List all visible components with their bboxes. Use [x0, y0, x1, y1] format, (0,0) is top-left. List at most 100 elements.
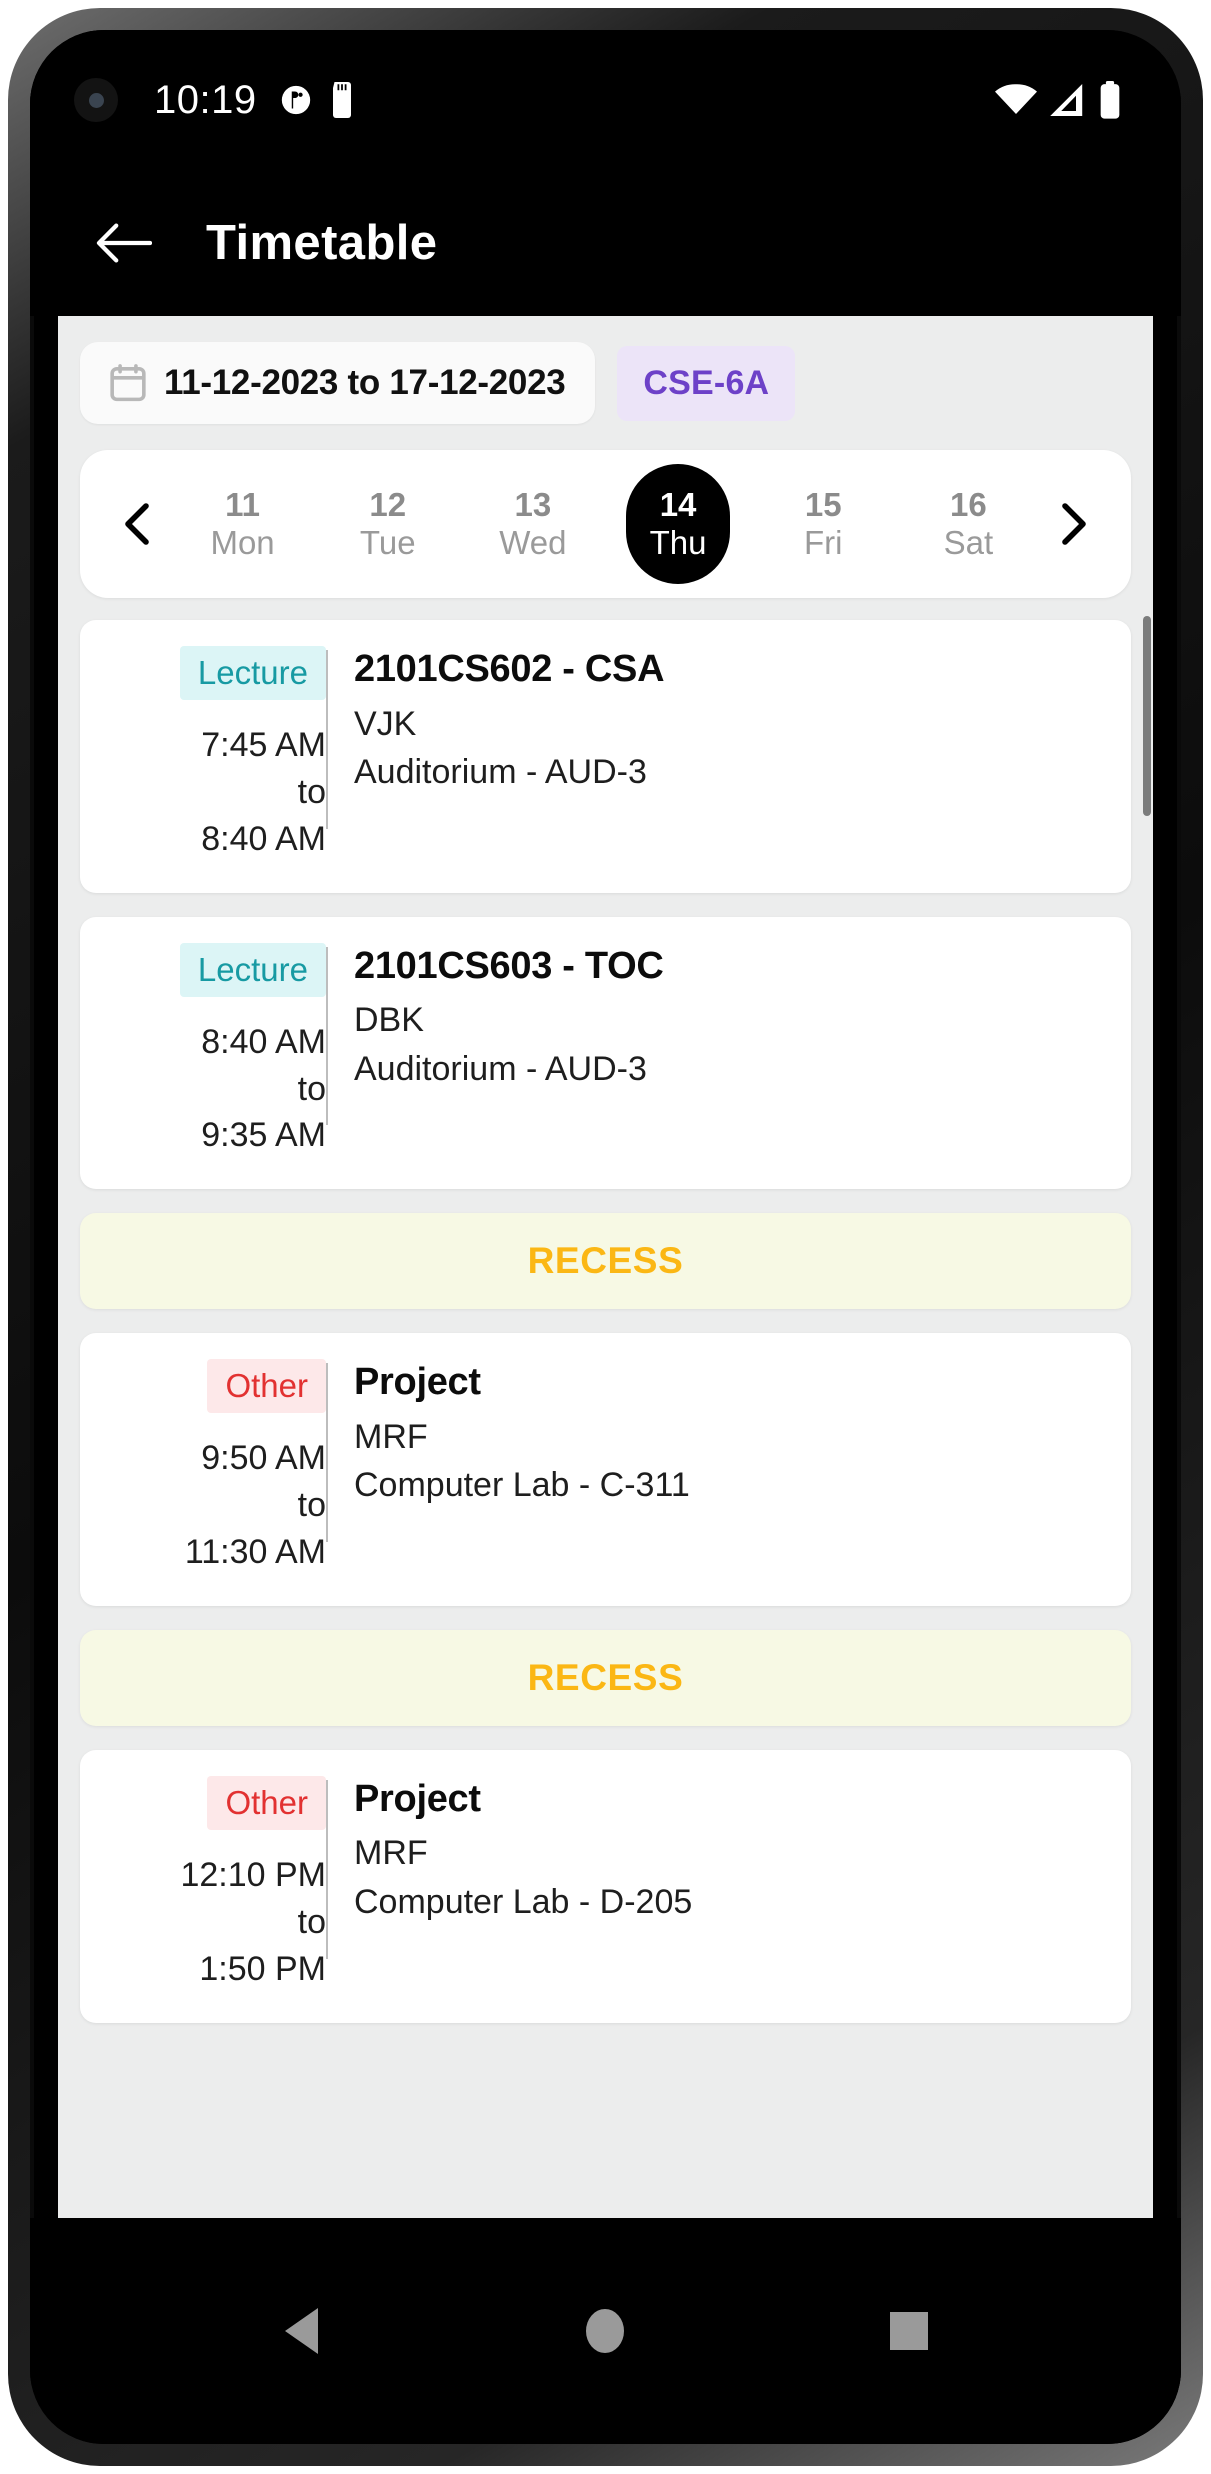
day-number: 11: [225, 485, 261, 523]
recess-row: RECESS: [80, 1629, 1131, 1726]
session-start-time: 8:40 AM: [201, 1022, 326, 1061]
status-time: 10:19: [154, 77, 257, 122]
session-time-separator: to: [297, 1486, 326, 1525]
date-range-label: 11-12-2023 to 17-12-2023: [164, 363, 566, 402]
session-subject: 2101CS602 - CSA: [354, 648, 665, 690]
session-room: Auditorium - AUD-3: [354, 753, 647, 791]
phone-frame: 10:19 Timetable 11-12-2023 to 17-12-2023…: [8, 8, 1203, 2466]
day-weekday: Mon: [210, 524, 275, 561]
day-item-thu[interactable]: 14 Thu: [626, 464, 731, 584]
session-subject: Project: [354, 1361, 481, 1404]
page-title: Timetable: [206, 216, 438, 270]
session-time-column: Lecture 8:40 AM to 9:35 AM: [108, 942, 326, 1160]
phone-screen: 10:19 Timetable 11-12-2023 to 17-12-2023…: [30, 30, 1181, 2444]
recess-label: RECESS: [527, 1656, 684, 1698]
session-time-separator: to: [297, 1069, 326, 1108]
arrow-left-icon: [96, 223, 152, 263]
day-item-fri[interactable]: 15 Fri: [771, 464, 875, 584]
app-notification-icon: [281, 85, 310, 115]
camera-punch-hole-icon: [74, 78, 118, 122]
square-recents-icon: [890, 2312, 929, 2350]
scrollbar-thumb[interactable]: [1143, 616, 1151, 816]
status-left-icons: [279, 82, 357, 118]
session-end-time: 8:40 AM: [201, 819, 326, 858]
day-item-sat[interactable]: 16 Sat: [916, 464, 1020, 584]
day-selector: 11 Mon 12 Tue 13 Wed 14 Thu 15 Fri 16 Sat: [80, 450, 1131, 598]
next-week-button[interactable]: [1041, 492, 1105, 556]
class-chip[interactable]: CSE-6A: [617, 345, 796, 421]
session-start-time: 9:50 AM: [201, 1439, 326, 1478]
day-weekday: Wed: [499, 524, 567, 561]
day-weekday: Thu: [649, 524, 707, 561]
back-button[interactable]: [88, 208, 158, 278]
nav-back-button[interactable]: [260, 2289, 344, 2373]
session-type-badge: Other: [207, 1775, 326, 1830]
session-faculty: MRF: [354, 1834, 428, 1873]
session-details: 2101CS602 - CSA VJK Auditorium - AUD-3: [328, 646, 1103, 863]
session-subject: Project: [354, 1777, 481, 1820]
session-time-column: Lecture 7:45 AM to 8:40 AM: [108, 646, 326, 863]
session-time-column: Other 9:50 AM to 11:30 AM: [108, 1359, 326, 1576]
session-card[interactable]: Other 12:10 PM to 1:50 PM Project MRF Computer…: [80, 1749, 1131, 2023]
session-end-time: 11:30 AM: [184, 1533, 326, 1572]
day-item-mon[interactable]: 11 Mon: [191, 464, 295, 584]
sd-card-icon: [332, 82, 351, 118]
date-range-chip[interactable]: 11-12-2023 to 17-12-2023: [80, 342, 596, 424]
session-details: 2101CS603 - TOC DBK Auditorium - AUD-3: [328, 943, 1103, 1160]
day-item-wed[interactable]: 13 Wed: [481, 464, 585, 584]
session-end-time: 9:35 AM: [201, 1116, 326, 1155]
session-type-badge: Lecture: [179, 942, 326, 997]
session-end-time: 1:50 PM: [199, 1949, 326, 1988]
app-content: 11-12-2023 to 17-12-2023 CSE-6A 11 Mon 12 T…: [58, 316, 1153, 2218]
prev-week-button[interactable]: [106, 492, 170, 556]
session-faculty: MRF: [354, 1417, 428, 1456]
cellular-signal-icon: [1050, 84, 1083, 116]
session-subject: 2101CS603 - TOC: [354, 944, 664, 987]
day-weekday: Fri: [803, 524, 843, 561]
recess-label: RECESS: [527, 1240, 684, 1282]
calendar-icon: [110, 364, 146, 402]
day-weekday: Tue: [359, 524, 416, 561]
session-card[interactable]: Lecture 7:45 AM to 8:40 AM 2101CS602 - CSA VJ…: [80, 620, 1131, 893]
day-number: 15: [804, 485, 842, 523]
session-time-separator: to: [297, 772, 326, 811]
class-label: CSE-6A: [643, 363, 770, 402]
day-number: 16: [950, 485, 987, 523]
recess-row: RECESS: [80, 1213, 1131, 1310]
session-type-badge: Lecture: [179, 646, 326, 700]
session-details: Project MRF Computer Lab - D-205: [328, 1776, 1103, 1993]
filter-row: 11-12-2023 to 17-12-2023 CSE-6A: [58, 316, 1153, 438]
session-room: Auditorium - AUD-3: [354, 1049, 647, 1088]
day-weekday: Sat: [943, 524, 994, 561]
session-room: Computer Lab - D-205: [354, 1882, 693, 1921]
schedule-list: Lecture 7:45 AM to 8:40 AM 2101CS602 - CSA VJ…: [58, 598, 1153, 2023]
nav-recents-button[interactable]: [867, 2289, 951, 2373]
wifi-icon: [995, 84, 1037, 114]
session-start-time: 7:45 AM: [201, 725, 326, 764]
circle-home-icon: [586, 2309, 625, 2353]
session-details: Project MRF Computer Lab - C-311: [328, 1359, 1103, 1576]
session-time-separator: to: [297, 1902, 326, 1941]
app-bar: Timetable: [30, 170, 1181, 316]
chevron-right-icon: [1062, 503, 1086, 545]
day-list: 11 Mon 12 Tue 13 Wed 14 Thu 15 Fri 16 Sat: [170, 464, 1041, 584]
day-number: 13: [514, 485, 552, 523]
status-bar: 10:19: [30, 30, 1181, 170]
session-type-badge: Other: [207, 1359, 326, 1414]
session-card[interactable]: Other 9:50 AM to 11:30 AM Project MRF Computer…: [80, 1333, 1131, 1606]
triangle-back-icon: [285, 2308, 319, 2354]
android-navigation-bar: [30, 2218, 1181, 2444]
session-card[interactable]: Lecture 8:40 AM to 9:35 AM 2101CS603 - TOC DB…: [80, 916, 1131, 1190]
day-number: 12: [369, 485, 407, 523]
session-time-column: Other 12:10 PM to 1:50 PM: [108, 1775, 326, 1993]
session-room: Computer Lab - C-311: [354, 1466, 690, 1505]
session-faculty: VJK: [354, 704, 417, 743]
nav-home-button[interactable]: [563, 2289, 647, 2373]
day-number: 14: [659, 485, 697, 523]
session-faculty: DBK: [354, 1001, 424, 1040]
day-strip-wrapper: 11 Mon 12 Tue 13 Wed 14 Thu 15 Fri 16 Sat: [58, 438, 1153, 598]
status-right-icons: [995, 81, 1121, 119]
chevron-left-icon: [125, 503, 149, 545]
battery-icon: [1100, 81, 1120, 119]
day-item-tue[interactable]: 12 Tue: [336, 464, 440, 584]
